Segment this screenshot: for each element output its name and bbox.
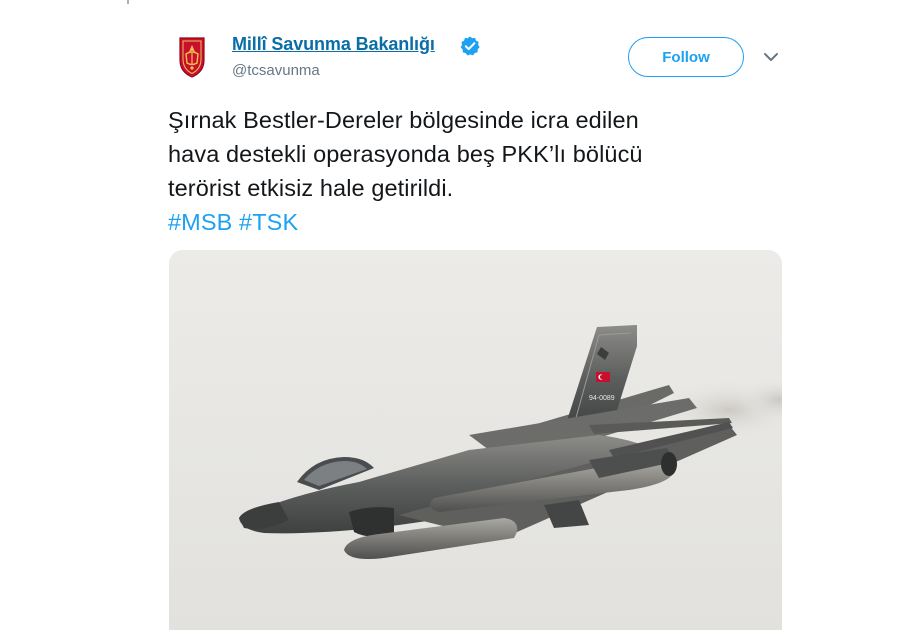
tweet-text-line: hava destekli operasyonda beş PKK’lı böl… (168, 141, 643, 167)
verified-badge-icon (460, 36, 480, 56)
tail-code-label: 94-0089 (589, 395, 615, 402)
hashtag-msb-link[interactable]: #MSB (168, 209, 232, 235)
corner-mark (127, 0, 129, 4)
follow-button[interactable]: Follow (628, 37, 744, 77)
tweet-text: Şırnak Bestler-Dereler bölgesinde icra e… (168, 103, 808, 239)
ministry-emblem-icon (166, 30, 218, 82)
hashtag-line: #MSB #TSK (168, 205, 808, 239)
tweet-text-line: Şırnak Bestler-Dereler bölgesinde icra e… (168, 107, 639, 133)
fighter-jet-photo-icon: 94-0089 (169, 250, 782, 630)
tweet-media-photo[interactable]: 94-0089 (169, 250, 782, 630)
display-name-link[interactable]: Millî Savunma Bakanlığı (232, 34, 435, 55)
avatar[interactable] (166, 30, 218, 82)
hashtag-tsk-link[interactable]: #TSK (239, 209, 298, 235)
tweet-text-line: terörist etkisiz hale getirildi. (168, 175, 454, 201)
user-handle[interactable]: @tcsavunma (232, 62, 320, 79)
chevron-down-icon[interactable] (762, 50, 780, 64)
tweet-card: Millî Savunma Bakanlığı @tcsavunma Follo… (0, 0, 922, 630)
